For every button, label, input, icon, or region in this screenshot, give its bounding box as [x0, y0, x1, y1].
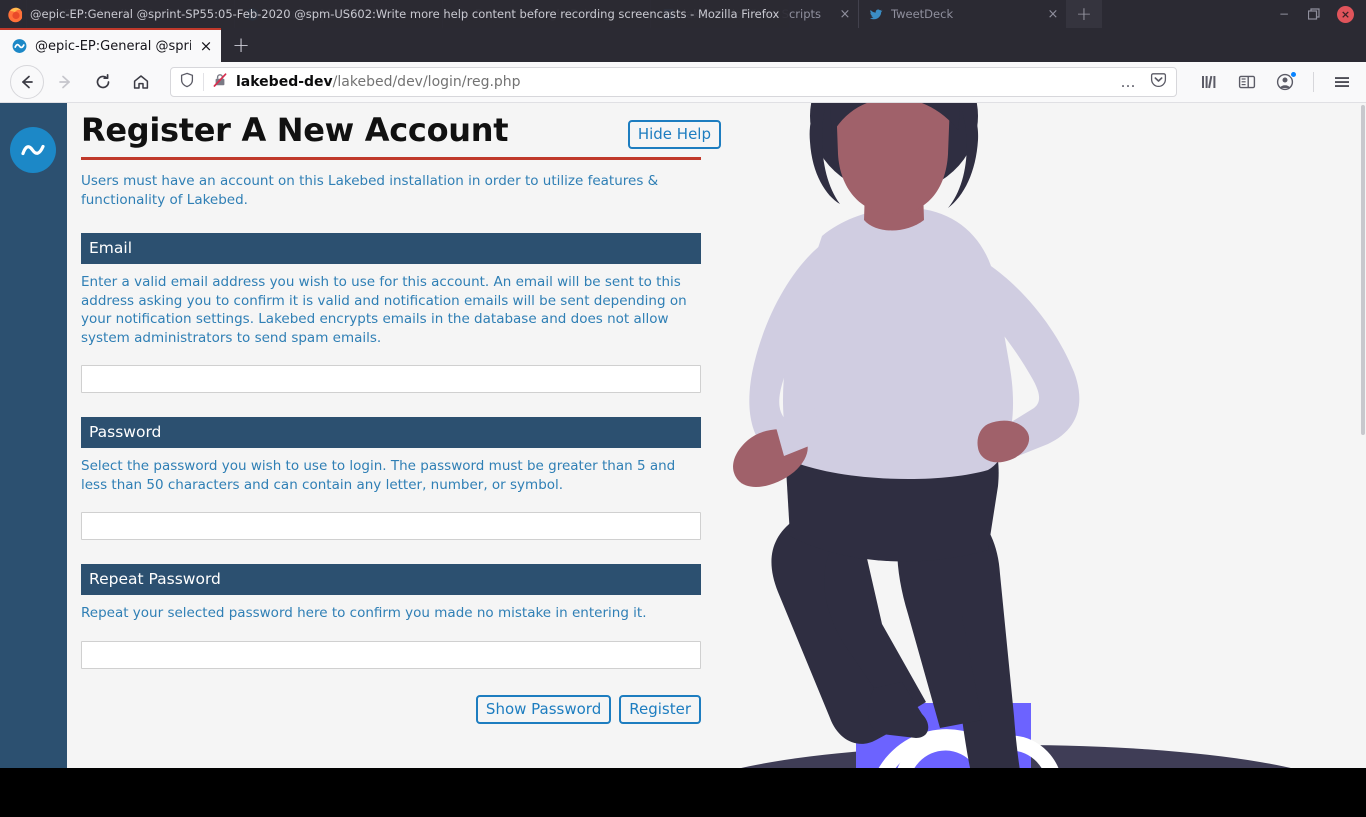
- active-tab-strip: @epic-EP:General @sprin × +: [0, 28, 1366, 62]
- url-host: lakebed-dev: [236, 74, 333, 90]
- section-repeat-password: Repeat Password Repeat your selected pas…: [81, 564, 701, 669]
- tab-label: @epic-EP:General @sprin: [35, 38, 191, 54]
- tab-label: TweetDeck: [891, 7, 954, 21]
- repeat-password-input[interactable]: [81, 640, 701, 669]
- twitter-icon: [869, 7, 884, 22]
- new-tab-button[interactable]: +: [1066, 0, 1102, 28]
- section-help-email: Enter a valid email address you wish to …: [81, 274, 687, 346]
- url-text[interactable]: lakebed-dev/lakebed/dev/login/reg.php: [236, 74, 1109, 90]
- hide-help-button[interactable]: Hide Help: [627, 119, 721, 149]
- close-window-button[interactable]: ×: [1337, 5, 1354, 23]
- register-form: Register A New Account Hide Help Users m…: [81, 103, 721, 724]
- page-scrollbar[interactable]: [1360, 103, 1366, 817]
- show-password-button[interactable]: Show Password: [475, 694, 612, 724]
- urlbar-divider: [203, 73, 204, 91]
- tab-close-icon[interactable]: ×: [199, 38, 213, 54]
- home-button[interactable]: [124, 65, 158, 99]
- tab-close-icon[interactable]: ×: [838, 8, 852, 21]
- section-help-password: Select the password you wish to use to l…: [81, 458, 676, 493]
- url-bar[interactable]: lakebed-dev/lakebed/dev/login/reg.php …: [170, 67, 1177, 97]
- password-input[interactable]: [81, 512, 701, 540]
- new-tab-button-2[interactable]: +: [221, 28, 261, 62]
- forward-button: [48, 65, 82, 99]
- back-button[interactable]: [10, 65, 44, 99]
- section-heading-password: Password: [81, 417, 701, 448]
- sidebar-icon[interactable]: [1233, 68, 1261, 96]
- window-controls: − ×: [1259, 0, 1366, 28]
- bottom-black-bar: [0, 768, 1366, 817]
- section-email: Email Enter a valid email address you wi…: [81, 233, 701, 393]
- section-password: Password Select the password you wish to…: [81, 417, 701, 540]
- tracking-protection-shield-icon[interactable]: [179, 72, 195, 92]
- toolbar-divider: [1313, 72, 1314, 92]
- page-viewport: Register A New Account Hide Help Users m…: [0, 103, 1366, 817]
- intro-text: Users must have an account on this Lakeb…: [81, 173, 659, 208]
- save-to-pocket-icon[interactable]: [1149, 71, 1168, 94]
- scrollbar-thumb[interactable]: [1361, 105, 1365, 435]
- url-path: /lakebed/dev/login/reg.php: [332, 74, 521, 90]
- lakebed-icon: [12, 39, 27, 54]
- page-content: Register A New Account Hide Help Users m…: [67, 103, 1366, 817]
- lakebed-wave-logo-icon[interactable]: [10, 127, 56, 173]
- tab-close-icon[interactable]: ×: [1046, 8, 1060, 21]
- tab-tweetdeck[interactable]: TweetDeck ×: [858, 0, 1066, 28]
- restore-button[interactable]: [1307, 7, 1321, 21]
- navigation-toolbar: lakebed-dev/lakebed/dev/login/reg.php …: [0, 62, 1366, 103]
- hamburger-menu-icon[interactable]: [1328, 68, 1356, 96]
- title-underline: [81, 157, 701, 160]
- account-icon[interactable]: [1271, 68, 1299, 96]
- browser-window: Video details - YouTube × Features | Lak…: [0, 0, 1366, 817]
- library-icon[interactable]: [1195, 68, 1223, 96]
- section-help-repeat-password: Repeat your selected password here to co…: [81, 605, 647, 621]
- reload-button[interactable]: [86, 65, 120, 99]
- email-input[interactable]: [81, 365, 701, 393]
- section-heading-email: Email: [81, 233, 701, 264]
- page-header: Register A New Account Hide Help: [81, 103, 721, 157]
- register-button[interactable]: Register: [619, 694, 701, 724]
- minimize-button[interactable]: −: [1277, 7, 1291, 21]
- page-title: Register A New Account: [81, 111, 509, 149]
- page-actions-button[interactable]: …: [1117, 73, 1142, 91]
- window-title: @epic-EP:General @sprint-SP55:05-Feb-202…: [22, 0, 790, 28]
- insecure-connection-crossed-lock-icon[interactable]: [212, 72, 228, 92]
- email-illustration: [726, 103, 1366, 817]
- form-actions: Show Password Register: [81, 694, 701, 724]
- account-notification-dot: [1290, 71, 1297, 78]
- tab-active-lakebed-register[interactable]: @epic-EP:General @sprin ×: [0, 28, 221, 62]
- section-heading-repeat-password: Repeat Password: [81, 564, 701, 595]
- toolbar-right-icons: [1189, 68, 1356, 96]
- app-sidebar: [0, 103, 67, 768]
